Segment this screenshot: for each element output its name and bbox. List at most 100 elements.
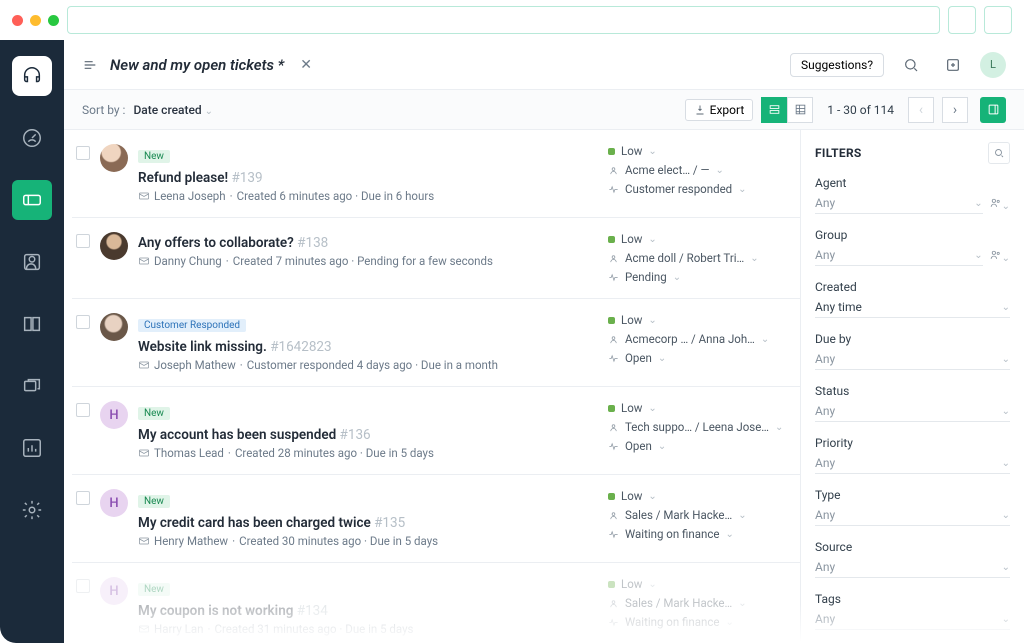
- headset-icon: [21, 65, 43, 87]
- ticket-row[interactable]: HNewMy credit card has been charged twic…: [72, 475, 800, 563]
- assignee-field[interactable]: Tech suppo… / Leena Jose…⌄: [608, 420, 788, 434]
- toggle-filters-button[interactable]: [980, 97, 1006, 123]
- sidebar-item-contacts[interactable]: [12, 242, 52, 282]
- prev-page-button[interactable]: ‹: [908, 97, 934, 123]
- main-region: New and my open tickets * ✕ Suggestions?…: [64, 40, 1024, 643]
- filter-me-toggle[interactable]: ⌄: [989, 194, 1010, 213]
- ticket-row[interactable]: HNewMy coupon is not working #134Harry L…: [72, 563, 800, 643]
- ticket-properties: Low⌄ Acme doll / Robert Tri…⌄ Pending⌄: [608, 232, 788, 284]
- ticket-title[interactable]: My coupon is not working #134: [138, 603, 328, 619]
- sidebar-item-settings[interactable]: [12, 490, 52, 530]
- sidebar-item-brand[interactable]: [12, 56, 52, 96]
- ticket-properties: Low⌄ Sales / Mark Hacke…⌄ Waiting on finan…: [608, 489, 788, 548]
- menu-icon[interactable]: [82, 57, 98, 73]
- ticket-badge: Customer Responded: [138, 319, 246, 332]
- filter-select[interactable]: Any⌄: [815, 245, 983, 266]
- status-field[interactable]: Waiting on finance⌄: [608, 615, 788, 629]
- sidebar-item-tickets[interactable]: [12, 180, 52, 220]
- status-field[interactable]: Pending⌄: [608, 270, 788, 284]
- sidebar-item-dashboard[interactable]: [12, 118, 52, 158]
- user-icon: [608, 253, 619, 264]
- minimize-window[interactable]: [30, 15, 41, 26]
- priority-indicator: [608, 493, 615, 500]
- next-page-button[interactable]: ›: [942, 97, 968, 123]
- new-button[interactable]: [938, 50, 968, 80]
- filter-group-status: StatusAny⌄: [815, 384, 1010, 422]
- url-bar[interactable]: [67, 6, 940, 34]
- priority-field[interactable]: Low⌄: [608, 577, 788, 591]
- priority-field[interactable]: Low⌄: [608, 489, 788, 503]
- ticket-checkbox[interactable]: [76, 403, 90, 417]
- sidebar-item-reports[interactable]: [12, 428, 52, 468]
- profile-avatar[interactable]: L: [980, 52, 1006, 78]
- assignee-field[interactable]: Sales / Mark Hacke…⌄: [608, 508, 788, 522]
- assignee-field[interactable]: Sales / Mark Hacke…⌄: [608, 596, 788, 610]
- priority-field[interactable]: Low⌄: [608, 401, 788, 415]
- filter-group-priority: PriorityAny⌄: [815, 436, 1010, 474]
- ticket-title[interactable]: My credit card has been charged twice #1…: [138, 515, 405, 531]
- ticket-checkbox[interactable]: [76, 579, 90, 593]
- priority-field[interactable]: Low⌄: [608, 144, 788, 158]
- ticket-body: Any offers to collaborate? #138Danny Chu…: [138, 232, 598, 284]
- assignee-field[interactable]: Acme elect… / —⌄: [608, 163, 788, 177]
- ticket-row[interactable]: Customer Responded Website link missing. …: [72, 299, 800, 387]
- ticket-timing: Created 28 minutes ago · Due in 5 days: [235, 446, 434, 460]
- filter-me-toggle[interactable]: ⌄: [989, 246, 1010, 265]
- assignee-field[interactable]: Acmecorp … / Anna Joh…⌄: [608, 332, 788, 346]
- maximize-window[interactable]: [48, 15, 59, 26]
- ticket-title[interactable]: My account has been suspended #136: [138, 427, 371, 443]
- close-view-button[interactable]: ✕: [296, 55, 316, 75]
- filter-select[interactable]: Any⌄: [815, 193, 983, 214]
- filter-select[interactable]: Any⌄: [815, 453, 1010, 474]
- assignee-field[interactable]: Acme doll / Robert Tri…⌄: [608, 251, 788, 265]
- filter-select[interactable]: Any⌄: [815, 349, 1010, 370]
- close-window[interactable]: [12, 15, 23, 26]
- ticket-title[interactable]: Any offers to collaborate? #138: [138, 235, 328, 251]
- ticket-row[interactable]: HNewMy account has been suspended #136Th…: [72, 387, 800, 475]
- filters-search-button[interactable]: [988, 142, 1010, 164]
- export-button[interactable]: Export: [685, 99, 754, 121]
- activity-icon: [608, 617, 619, 628]
- topbar: New and my open tickets * ✕ Suggestions?…: [64, 40, 1024, 90]
- search-button[interactable]: [896, 50, 926, 80]
- browser-chrome: [0, 0, 1024, 40]
- ticket-badge: New: [138, 150, 170, 163]
- ticket-list[interactable]: New Refund please! #139 Leena Joseph · Cre…: [64, 130, 800, 643]
- filter-select[interactable]: Any⌄: [815, 557, 1010, 578]
- ticket-checkbox[interactable]: [76, 315, 90, 329]
- status-field[interactable]: Open⌄: [608, 351, 788, 365]
- requester-avatar: H: [100, 401, 128, 429]
- filter-select[interactable]: Any⌄: [815, 505, 1010, 526]
- chart-icon: [21, 437, 43, 459]
- filter-select[interactable]: Any⌄: [815, 401, 1010, 422]
- ticket-title[interactable]: Refund please! #139: [138, 170, 263, 186]
- ticket-meta: Henry Mathew · Created 30 minutes ago · …: [138, 534, 598, 548]
- sort-by-value[interactable]: Date created ⌄: [133, 103, 213, 117]
- priority-field[interactable]: Low⌄: [608, 313, 788, 327]
- sidebar-item-solutions[interactable]: [12, 304, 52, 344]
- chrome-button-2[interactable]: [984, 6, 1012, 34]
- ticket-row[interactable]: Any offers to collaborate? #138Danny Chu…: [72, 218, 800, 299]
- priority-field[interactable]: Low⌄: [608, 232, 788, 246]
- table-view-button[interactable]: [787, 97, 813, 123]
- ticket-title[interactable]: Website link missing. #1642823: [138, 339, 332, 355]
- status-field[interactable]: Open⌄: [608, 439, 788, 453]
- ticket-checkbox[interactable]: [76, 234, 90, 248]
- ticket-checkbox[interactable]: [76, 491, 90, 505]
- filter-select[interactable]: Any⌄: [815, 609, 1010, 630]
- card-view-button[interactable]: [761, 97, 787, 123]
- ticket-timing: Customer responded 4 days ago · Due in a…: [247, 358, 498, 372]
- activity-icon: [608, 353, 619, 364]
- status-field[interactable]: Waiting on finance⌄: [608, 527, 788, 541]
- ticket-agent: Joseph Mathew: [154, 358, 236, 372]
- ticket-meta: Leena Joseph · Created 6 minutes ago · D…: [138, 189, 598, 203]
- status-field[interactable]: Customer responded⌄: [608, 182, 788, 196]
- ticket-row[interactable]: New Refund please! #139 Leena Joseph · Cre…: [72, 130, 800, 218]
- chrome-button-1[interactable]: [948, 6, 976, 34]
- suggestions-button[interactable]: Suggestions?: [790, 53, 884, 77]
- ticket-timing: Created 30 minutes ago · Due in 5 days: [239, 534, 438, 548]
- sidebar-item-chat[interactable]: [12, 366, 52, 406]
- filter-select[interactable]: Any time⌄: [815, 297, 1010, 318]
- ticket-agent: Henry Mathew: [154, 534, 228, 548]
- ticket-checkbox[interactable]: [76, 146, 90, 160]
